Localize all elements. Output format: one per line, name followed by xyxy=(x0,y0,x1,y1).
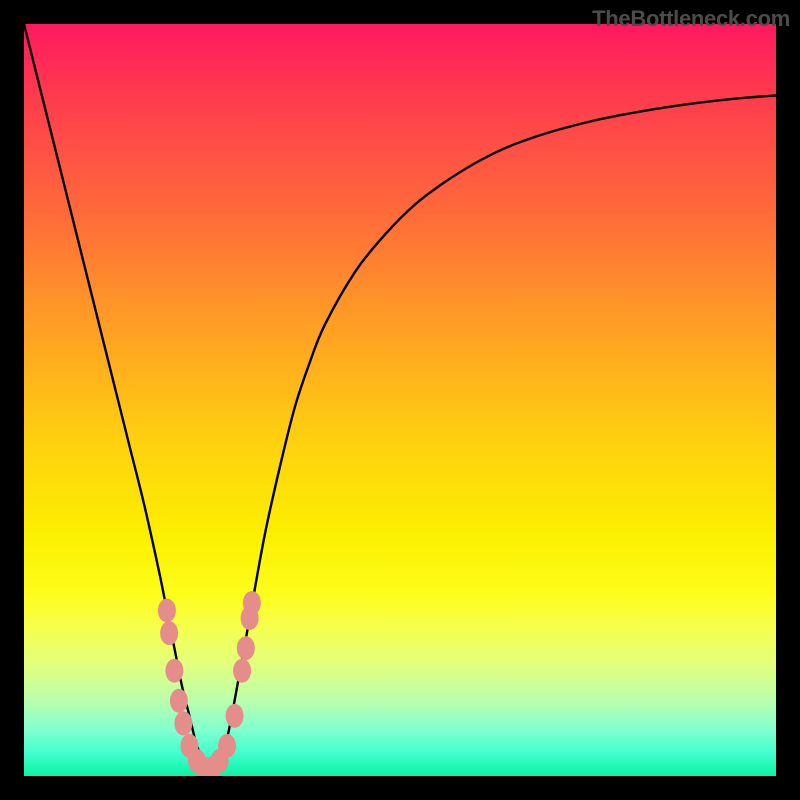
curve-marker xyxy=(170,689,188,713)
watermark-label: TheBottleneck.com xyxy=(592,6,790,32)
curve-marker xyxy=(237,636,255,660)
curve-marker xyxy=(174,711,192,735)
curve-marker xyxy=(165,659,183,683)
curve-marker xyxy=(243,591,261,615)
curve-marker xyxy=(160,621,178,645)
curve-marker xyxy=(233,659,251,683)
marker-layer xyxy=(24,24,776,776)
curve-marker xyxy=(226,704,244,728)
chart-frame: TheBottleneck.com xyxy=(0,0,800,800)
curve-marker xyxy=(158,599,176,623)
curve-marker xyxy=(218,734,236,758)
